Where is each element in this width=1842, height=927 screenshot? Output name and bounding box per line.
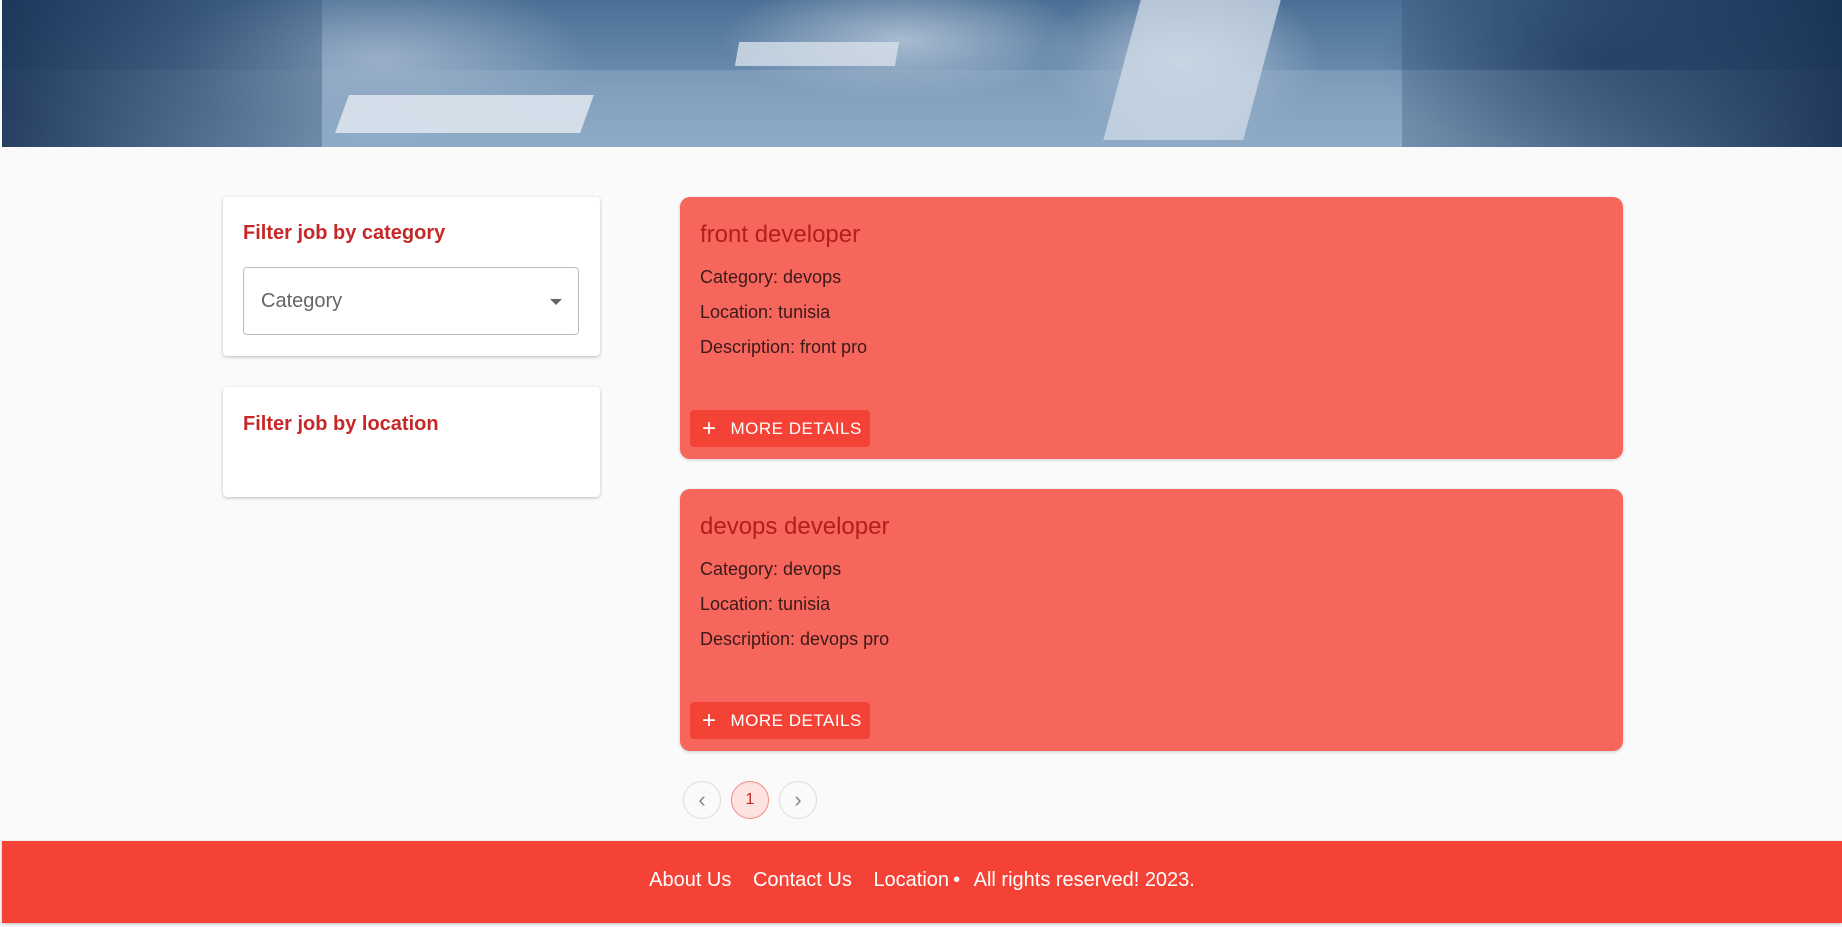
- hero-person-left: [2, 0, 322, 147]
- category-select[interactable]: Category: [243, 267, 579, 335]
- copyright-text: All rights reserved! 2023.: [973, 869, 1195, 891]
- chevron-left-icon: ‹: [698, 787, 706, 812]
- hero-notebook-2: [734, 42, 900, 66]
- job-description: Description: devops pro: [700, 629, 890, 649]
- footer-links: About Us Contact Us Location • All rights…: [2, 869, 1842, 892]
- job-location: Location: tunisia: [700, 302, 831, 322]
- category-select-label: Category: [261, 290, 343, 312]
- location-filter-panel: Filter job by location: [223, 387, 600, 497]
- job-location: Location: tunisia: [700, 594, 831, 614]
- contact-us-link[interactable]: Contact Us: [753, 869, 852, 891]
- chevron-right-icon: ›: [794, 787, 802, 812]
- page-number: 1: [745, 791, 755, 808]
- location-filter-title: Filter job by location: [243, 413, 439, 435]
- job-category: Category: devops: [700, 267, 842, 287]
- hero-banner-image: [2, 0, 1842, 147]
- chevron-down-icon: [550, 299, 562, 305]
- more-details-button[interactable]: + MORE DETAILS: [690, 702, 870, 739]
- next-page-button[interactable]: ›: [779, 781, 817, 819]
- page-1-button[interactable]: 1: [731, 781, 769, 819]
- job-category: Category: devops: [700, 559, 842, 579]
- plus-icon: +: [702, 706, 717, 734]
- hero-person-right: [1402, 0, 1842, 147]
- job-card: front developer Category: devops Locatio…: [680, 197, 1623, 459]
- footer-separator: •: [953, 869, 961, 891]
- hero-notebook: [335, 95, 594, 133]
- more-details-button[interactable]: + MORE DETAILS: [690, 410, 870, 447]
- job-title: front developer: [700, 221, 861, 248]
- more-details-label: MORE DETAILS: [730, 710, 862, 730]
- job-title: devops developer: [700, 513, 890, 540]
- location-link[interactable]: Location: [873, 869, 949, 891]
- previous-page-button[interactable]: ‹: [683, 781, 721, 819]
- about-us-link[interactable]: About Us: [649, 869, 731, 891]
- job-card: devops developer Category: devops Locati…: [680, 489, 1623, 751]
- category-filter-panel: Filter job by category Category: [223, 197, 600, 356]
- footer: About Us Contact Us Location • All rights…: [2, 841, 1842, 923]
- job-description: Description: front pro: [700, 337, 868, 357]
- plus-icon: +: [702, 414, 717, 442]
- category-filter-title: Filter job by category: [243, 222, 446, 244]
- more-details-label: MORE DETAILS: [730, 418, 862, 438]
